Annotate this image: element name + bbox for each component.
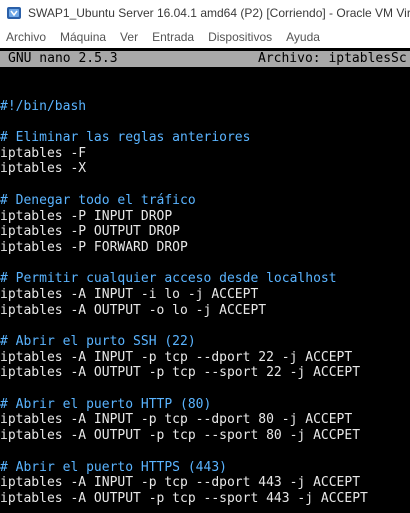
editor-blank-line bbox=[0, 114, 410, 130]
window-title: SWAP1_Ubuntu Server 16.04.1 amd64 (P2) [… bbox=[28, 6, 410, 20]
editor-comment-line: # Eliminar las reglas anteriores bbox=[0, 130, 251, 146]
vm-screen[interactable]: GNU nano 2.5.3 Archivo: iptablesSc #!/bi… bbox=[0, 48, 410, 513]
editor-command-line: iptables -A OUTPUT -p tcp --sport 443 -j… bbox=[0, 490, 368, 506]
virtualbox-icon bbox=[7, 7, 21, 19]
editor-command-line: iptables -A INPUT -p tcp --dport 443 -j … bbox=[0, 475, 361, 491]
editor-command-line: iptables -A INPUT -p tcp --dport 80 -j A… bbox=[0, 412, 353, 428]
editor-command-line: iptables -A INPUT -i lo -j ACCEPT bbox=[0, 286, 259, 302]
nano-version: GNU nano 2.5.3 bbox=[8, 51, 118, 66]
menu-bar: Archivo Máquina Ver Entrada Dispositivos… bbox=[0, 26, 410, 48]
editor-command-line: iptables -A OUTPUT -o lo -j ACCEPT bbox=[0, 302, 267, 318]
menu-dispositivos[interactable]: Dispositivos bbox=[208, 30, 272, 44]
title-bar[interactable]: SWAP1_Ubuntu Server 16.04.1 amd64 (P2) [… bbox=[0, 0, 410, 26]
editor-command-line: iptables -X bbox=[0, 161, 87, 177]
editor-blank-line bbox=[0, 177, 410, 193]
editor-command-line: iptables -A OUTPUT -p tcp --sport 22 -j … bbox=[0, 365, 361, 381]
editor-text-area[interactable]: #!/bin/bash # Eliminar las reglas anterio… bbox=[0, 83, 410, 507]
menu-archivo[interactable]: Archivo bbox=[6, 30, 46, 44]
editor-command-line: iptables -F bbox=[0, 145, 87, 161]
nano-filename: Archivo: iptablesSc bbox=[258, 51, 407, 66]
editor-comment-line: # Permitir cualquier acceso desde localh… bbox=[0, 271, 337, 287]
editor-comment-line: # Abrir el purto SSH (22) bbox=[0, 334, 196, 349]
menu-ver[interactable]: Ver bbox=[120, 30, 138, 44]
editor-comment-line: # Abrir el puerto HTTPS (443) bbox=[0, 459, 227, 475]
editor-command-line: iptables -P INPUT DROP bbox=[0, 208, 173, 224]
menu-entrada[interactable]: Entrada bbox=[152, 30, 194, 44]
editor-blank-line bbox=[0, 256, 410, 272]
menu-ayuda[interactable]: Ayuda bbox=[286, 30, 320, 44]
editor-comment-line: # Denegar todo el tráfico bbox=[0, 192, 196, 208]
editor-command-line: iptables -A OUTPUT -p tcp --sport 80 -j … bbox=[0, 428, 361, 444]
nano-header-bar: GNU nano 2.5.3 Archivo: iptablesSc bbox=[0, 51, 410, 67]
editor-command-line: iptables -P OUTPUT DROP bbox=[0, 224, 181, 240]
editor-blank-line bbox=[0, 444, 410, 460]
vm-window: SWAP1_Ubuntu Server 16.04.1 amd64 (P2) [… bbox=[0, 0, 410, 513]
editor-blank-line bbox=[0, 381, 410, 397]
editor-comment-line: #!/bin/bash bbox=[0, 98, 87, 114]
editor-command-line: iptables -A INPUT -p tcp --dport 22 -j A… bbox=[0, 349, 353, 365]
editor-blank-line bbox=[0, 83, 410, 99]
editor-comment-line: # Abrir el puerto HTTP (80) bbox=[0, 396, 212, 412]
editor-blank-line bbox=[0, 318, 410, 334]
menu-maquina[interactable]: Máquina bbox=[60, 30, 106, 44]
editor-command-line: iptables -P FORWARD DROP bbox=[0, 239, 188, 255]
